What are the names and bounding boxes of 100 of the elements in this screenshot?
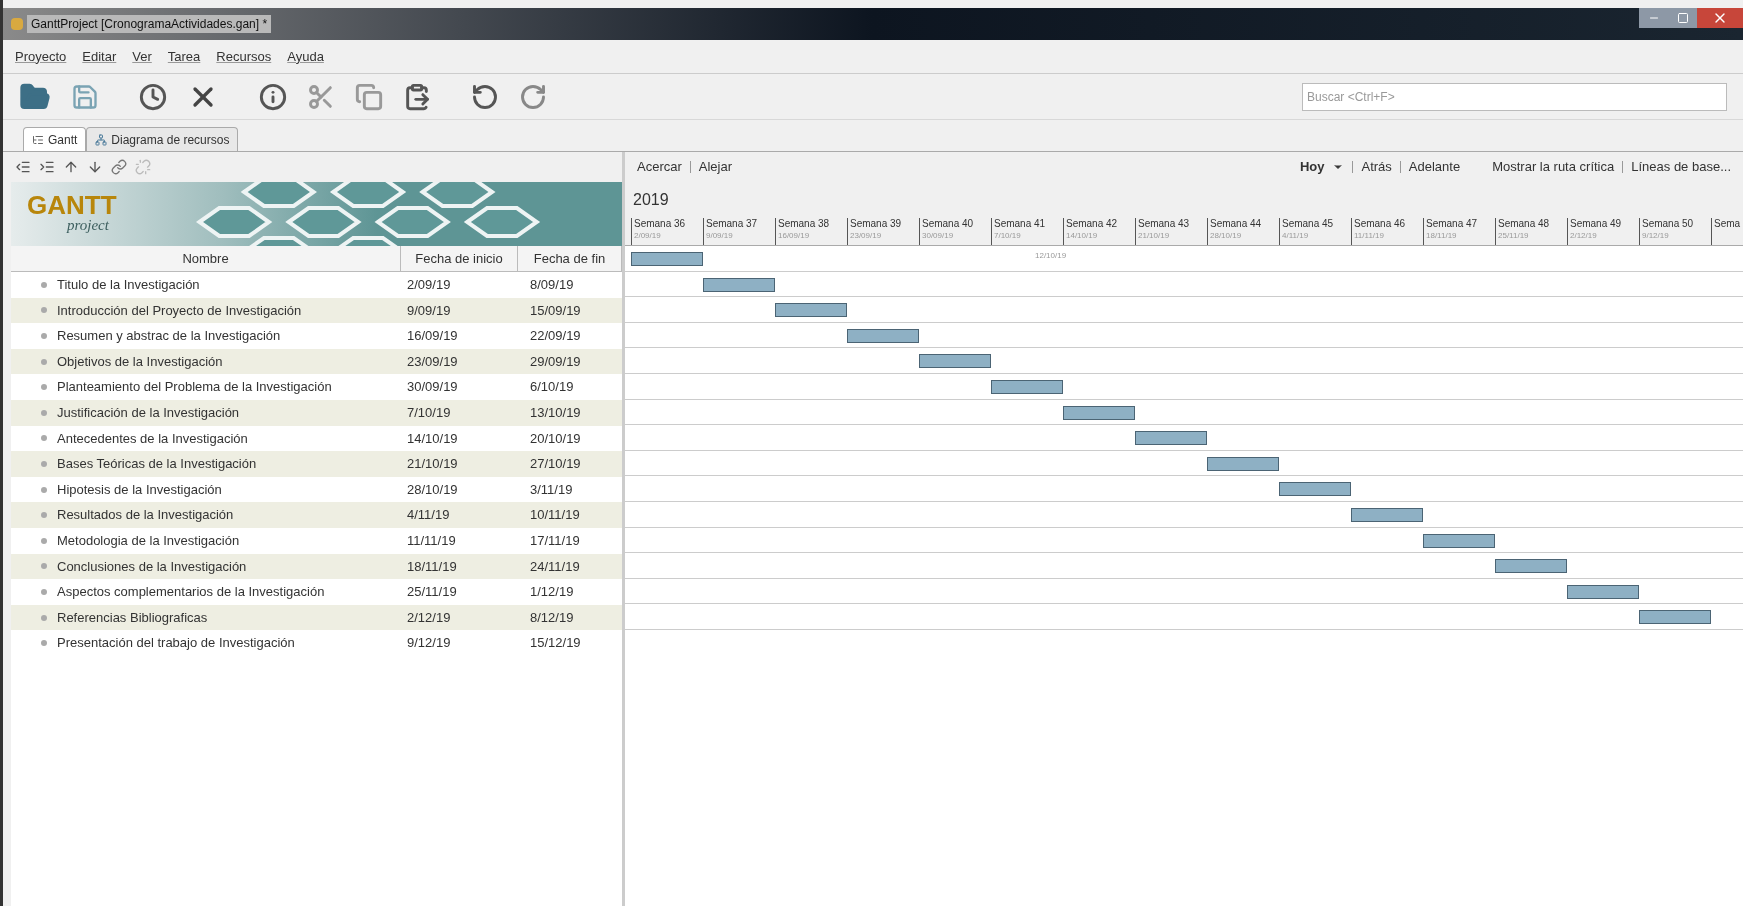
- task-bar[interactable]: [1567, 584, 1639, 599]
- menu-item[interactable]: Tarea: [167, 46, 201, 67]
- week-label: Semana 36: [634, 218, 687, 231]
- timeline-link[interactable]: Líneas de base...: [1631, 157, 1731, 177]
- start-date: 14/10/19: [406, 429, 459, 448]
- week-date: 16/09/19: [778, 230, 811, 241]
- task-bullet-icon: [41, 537, 47, 544]
- menu-item[interactable]: Recursos: [216, 46, 272, 67]
- clock-icon[interactable]: [139, 82, 167, 111]
- view-tab[interactable]: Diagrama de recursos: [86, 127, 239, 151]
- column-header[interactable]: Fecha de inicio: [401, 246, 518, 271]
- outdent-icon[interactable]: [15, 159, 31, 175]
- week-label: Semana 42: [1066, 218, 1119, 231]
- info-icon[interactable]: [259, 82, 287, 111]
- task-bar[interactable]: [847, 328, 919, 343]
- task-row[interactable]: Introducción del Proyecto de Investigación 9/09/19 15/09/19: [11, 297, 622, 324]
- search-field[interactable]: Buscar <Ctrl+F>: [1302, 82, 1727, 111]
- week-date: 23/09/19: [850, 230, 883, 241]
- end-date: 8/09/19: [529, 276, 574, 295]
- task-bar[interactable]: [1351, 507, 1423, 522]
- zoom-link[interactable]: Alejar: [698, 157, 733, 177]
- week-label: Semana 48: [1498, 218, 1551, 231]
- task-row[interactable]: Justificación de la Investigación 7/10/19 13/10/19: [11, 399, 622, 426]
- redo-icon[interactable]: [519, 82, 547, 111]
- start-date: 9/12/19: [406, 634, 452, 653]
- start-date: 2/12/19: [406, 608, 452, 627]
- end-date: 22/09/19: [529, 327, 581, 346]
- start-date: 18/11/19: [406, 557, 458, 576]
- week-label: Semana 50: [1642, 218, 1695, 231]
- task-name: Presentación del trabajo de Investigación: [57, 634, 295, 653]
- start-date: 28/10/19: [406, 480, 459, 499]
- task-row[interactable]: Resultados de la Investigación 4/11/19 10/11/19: [11, 502, 622, 528]
- timeline-link[interactable]: Mostrar la ruta crítica: [1492, 157, 1615, 177]
- week-label: Sema: [1714, 218, 1742, 231]
- column-header[interactable]: Nombre: [11, 246, 401, 271]
- task-bar[interactable]: [1135, 431, 1207, 446]
- indent-icon[interactable]: [39, 159, 55, 175]
- task-bullet-icon: [41, 435, 47, 442]
- week-label: Semana 40: [922, 218, 975, 231]
- year-label: 2019: [633, 190, 669, 210]
- undo-icon[interactable]: [471, 82, 499, 111]
- task-bar[interactable]: [1639, 610, 1711, 625]
- task-name: Justificación de la Investigación: [57, 404, 240, 422]
- task-bar[interactable]: [1207, 456, 1279, 471]
- menu-item[interactable]: Editar: [82, 46, 117, 67]
- end-date: 27/10/19: [529, 455, 581, 474]
- menu-item[interactable]: Proyecto: [15, 46, 67, 67]
- link-icon[interactable]: [111, 159, 127, 175]
- task-row[interactable]: Referencias Bibliograficas 2/12/19 8/12/19: [11, 604, 622, 631]
- task-row[interactable]: Conclusiones de la Investigación 18/11/19 24/11/19: [11, 553, 622, 580]
- task-bar[interactable]: [919, 354, 991, 369]
- task-bullet-icon: [41, 486, 47, 493]
- task-bar[interactable]: [1279, 482, 1351, 497]
- task-name: Objetivos de la Investigación: [57, 352, 223, 371]
- week-date: 18/11/19: [1426, 230, 1458, 241]
- week-date: 30/09/19: [922, 230, 955, 241]
- end-date: 13/10/19: [529, 404, 581, 422]
- task-bar[interactable]: [703, 277, 775, 292]
- task-name: Titulo de la Investigación: [57, 276, 200, 295]
- move-down-icon[interactable]: [87, 159, 103, 175]
- task-bullet-icon: [41, 563, 47, 570]
- week-label: Semana 39: [850, 218, 903, 231]
- menu-item[interactable]: Ver: [132, 46, 152, 67]
- task-bar[interactable]: [991, 379, 1063, 394]
- view-tab[interactable]: Gantt: [23, 127, 87, 151]
- task-bullet-icon: [41, 614, 47, 621]
- logo-subtitle: project: [67, 218, 110, 233]
- task-row[interactable]: Bases Teóricas de la Investigación 21/10/19 27/10/19: [11, 451, 622, 477]
- zoom-link[interactable]: Acercar: [637, 157, 682, 177]
- end-date: 1/12/19: [529, 583, 574, 602]
- nav-link[interactable]: Atrás: [1361, 157, 1392, 177]
- task-bar[interactable]: [775, 303, 847, 318]
- week-date: 28/10/19: [1210, 230, 1243, 241]
- week-label: Semana 38: [778, 218, 831, 231]
- week-label: Semana 41: [994, 218, 1047, 231]
- week-date: 2/09/19: [634, 230, 662, 241]
- task-row[interactable]: Objetivos de la Investigación 23/09/19 29/09/19: [11, 348, 622, 375]
- end-date: 10/11/19: [529, 506, 580, 525]
- maximize-button[interactable]: [1669, 8, 1697, 28]
- week-label: Semana 46: [1354, 218, 1407, 231]
- task-bar[interactable]: [1495, 559, 1567, 574]
- task-name: Resultados de la Investigación: [57, 506, 234, 525]
- logo-wordmark: GANTT: [27, 192, 117, 218]
- week-label: Semana 49: [1570, 218, 1623, 231]
- task-bar[interactable]: [1423, 533, 1495, 548]
- menu-item[interactable]: Ayuda: [287, 46, 324, 67]
- task-bar[interactable]: [631, 252, 703, 266]
- start-date: 4/11/19: [406, 506, 451, 525]
- today-dropdown[interactable]: Hoy: [1299, 157, 1345, 177]
- task-bar[interactable]: [1063, 405, 1135, 420]
- task-name: Conclusiones de la Investigación: [57, 557, 247, 576]
- nav-link[interactable]: Adelante: [1408, 157, 1461, 177]
- task-name: Metodologia de la Investigación: [57, 532, 240, 550]
- week-date: 9/09/19: [706, 230, 734, 241]
- column-header[interactable]: Fecha de fin: [518, 246, 622, 271]
- end-date: 8/12/19: [529, 608, 574, 627]
- paste-icon[interactable]: [403, 82, 431, 111]
- move-up-icon[interactable]: [63, 159, 79, 175]
- week-label: Semana 47: [1426, 218, 1479, 231]
- task-bullet-icon: [41, 512, 47, 519]
